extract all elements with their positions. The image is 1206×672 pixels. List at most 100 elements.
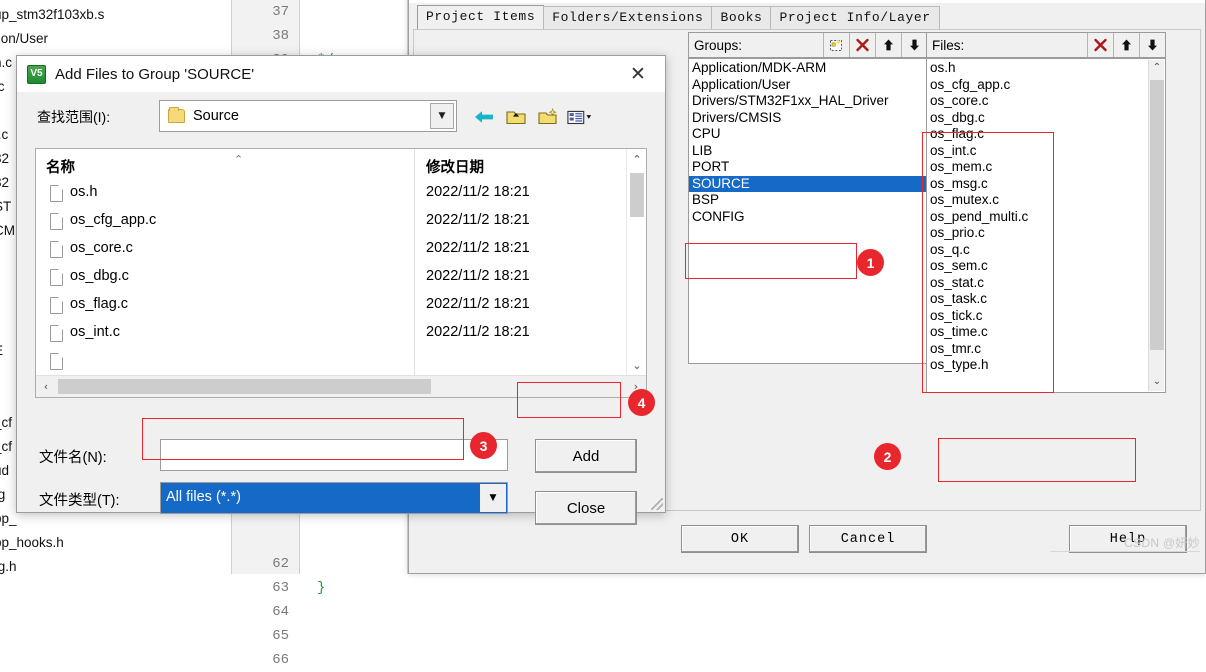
file-row[interactable]: os_cfg_app.c 2022/11/2 18:21 [36,209,626,237]
files-list-item[interactable]: os_task.c [927,291,1165,308]
close-icon[interactable]: ✕ [1163,0,1197,1]
delete-file-icon[interactable] [1087,33,1113,57]
delete-group-icon[interactable] [849,33,875,57]
groups-list-item[interactable]: Drivers/CMSIS [689,110,927,127]
file-type-combo[interactable]: All files (*.*) ▼ [160,482,508,514]
file-name-field[interactable] [161,440,507,470]
groups-list-item[interactable]: Application/User [689,77,927,94]
move-down-icon[interactable] [1139,33,1165,57]
files-list-item[interactable]: os_int.c [927,143,1165,160]
watermark-text: CSDN @妍妙 [1124,536,1200,550]
code-line[interactable] [301,600,407,624]
code-line[interactable] [301,24,407,48]
ok-button[interactable]: OK [681,525,799,553]
scrollbar-thumb[interactable] [630,173,644,217]
groups-list-item[interactable]: SOURCE [689,175,927,192]
file-row[interactable] [36,349,626,375]
file-row[interactable]: os_core.c 2022/11/2 18:21 [36,237,626,265]
files-list-item[interactable]: os_mem.c [927,159,1165,176]
file-row[interactable]: os_int.c 2022/11/2 18:21 [36,321,626,349]
scroll-up-icon[interactable]: ⌃ [627,149,647,169]
column-header-date[interactable]: 修改日期 [426,156,484,177]
groups-panel-title: Groups: [694,37,743,53]
files-list-item[interactable]: os_sem.c [927,258,1165,275]
code-line[interactable] [301,648,407,672]
project-tree-node[interactable]: up_stm32f103xb.s [0,3,231,27]
files-list-item[interactable]: os_cfg_app.c [927,77,1165,94]
project-tree-node[interactable]: pp_hooks.h [0,531,231,555]
tab-books[interactable]: Books [711,6,772,29]
chevron-down-icon[interactable]: ▼ [430,103,454,129]
file-rows-container[interactable]: os.h 2022/11/2 18:21 os_cfg_app.c 2022/11/2… [36,181,626,375]
files-list-item[interactable]: os_mutex.c [927,192,1165,209]
files-list-item[interactable]: os_stat.c [927,275,1165,292]
scroll-up-icon[interactable]: ⌃ [1149,60,1165,77]
add-button[interactable]: Add [535,439,637,473]
groups-list-item[interactable]: Drivers/STM32F1xx_HAL_Driver [689,93,927,110]
close-icon[interactable]: ✕ [617,58,659,90]
code-line[interactable] [301,552,407,576]
new-folder-icon[interactable] [535,105,561,129]
views-icon[interactable] [567,105,593,129]
files-list-item[interactable]: os_time.c [927,324,1165,341]
file-row[interactable]: os_flag.c 2022/11/2 18:21 [36,293,626,321]
move-down-icon[interactable] [901,33,927,57]
files-list-item[interactable]: os_q.c [927,242,1165,259]
scrollbar-thumb[interactable] [1150,80,1164,350]
file-browser-area[interactable]: 名称 ⌃ 修改日期 os.h 2022/11/2 18:21 os_cfg_app.… [35,148,647,398]
line-number: 38 [272,28,289,44]
groups-list-item[interactable]: LIB [689,143,927,160]
files-list-item[interactable]: os_msg.c [927,176,1165,193]
files-list-item[interactable]: os_pend_multi.c [927,209,1165,226]
new-group-icon[interactable] [823,33,849,57]
file-row[interactable]: os_dbg.c 2022/11/2 18:21 [36,265,626,293]
look-in-combo[interactable]: Source ▼ [159,100,457,132]
groups-list-item[interactable]: BSP [689,192,927,209]
files-list-item[interactable]: os_tmr.c [927,341,1165,358]
close-button[interactable]: Close [535,491,637,525]
code-line[interactable]: } [301,576,407,600]
move-up-icon[interactable] [875,33,901,57]
files-list-item[interactable]: os_prio.c [927,225,1165,242]
files-list-item[interactable]: os_core.c [927,93,1165,110]
file-name-input[interactable] [160,439,508,471]
column-header-name[interactable]: 名称 [46,156,75,177]
tab-project-info-layer[interactable]: Project Info/Layer [770,6,940,29]
chevron-down-icon[interactable]: ▼ [480,484,506,512]
files-list-item[interactable]: os_dbg.c [927,110,1165,127]
files-list-item[interactable]: os_flag.c [927,126,1165,143]
code-line[interactable] [301,624,407,648]
file-list-vertical-scrollbar[interactable]: ⌃ ⌄ [626,149,646,375]
scroll-left-icon[interactable]: ‹ [36,376,56,397]
project-tree-node[interactable]: fg.h [0,555,231,574]
cancel-button[interactable]: Cancel [809,525,927,553]
resize-grip[interactable] [651,498,663,510]
files-vertical-scrollbar[interactable]: ⌃ ⌄ [1148,60,1164,391]
delete-file-glyph [1094,38,1107,52]
move-up-icon[interactable] [1113,33,1139,57]
code-line[interactable] [301,0,407,24]
back-icon[interactable] [471,105,497,129]
hscrollbar-thumb[interactable] [58,379,431,394]
scroll-down-icon[interactable]: ⌄ [627,355,647,375]
project-tree-node[interactable]: tion/User [0,27,231,51]
file-icon [50,213,63,230]
files-list-item[interactable]: os.h [927,60,1165,77]
groups-list-item[interactable]: CONFIG [689,209,927,226]
add-files-to-group-dialog: V5 Add Files to Group 'SOURCE' ✕ 查找范围(I)… [16,55,666,525]
scroll-down-icon[interactable]: ⌄ [1149,374,1165,391]
file-row[interactable]: os.h 2022/11/2 18:21 [36,181,626,209]
files-listbox[interactable]: os.h os_cfg_app.c os_core.c os_dbg.c os_flag… [926,58,1166,393]
files-list-item[interactable]: os_type.h [927,357,1165,374]
up-folder-icon[interactable] [503,105,529,129]
files-list-item[interactable]: os_tick.c [927,308,1165,325]
groups-listbox[interactable]: Application/MDK-ARM Application/User Drive… [688,58,928,364]
watermark-rule [1050,551,1200,552]
groups-list-item[interactable]: PORT [689,159,927,176]
tab-project-items[interactable]: Project Items [417,5,545,29]
file-list-horizontal-scrollbar[interactable]: ‹ › [36,375,646,397]
new-folder-glyph [538,108,557,125]
tab-folders-extensions[interactable]: Folders/Extensions [543,6,713,29]
groups-list-item[interactable]: CPU [689,126,927,143]
groups-list-item[interactable]: Application/MDK-ARM [689,60,927,77]
